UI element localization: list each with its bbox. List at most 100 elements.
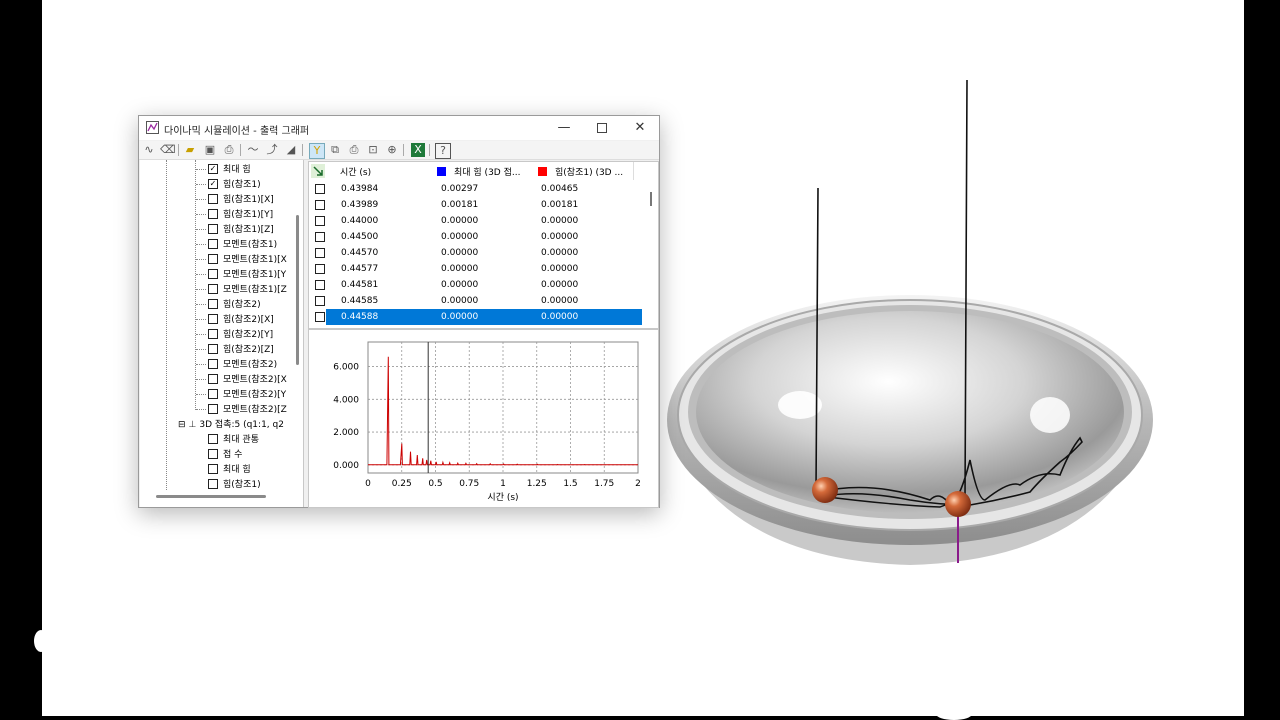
- checked-checkbox[interactable]: ✓: [208, 163, 218, 174]
- tree-item[interactable]: 힘(참조1): [208, 477, 261, 492]
- row-checkbox[interactable]: [315, 312, 325, 322]
- zoom-icon[interactable]: ⊕: [385, 143, 399, 157]
- table-cell: 0.00000: [441, 296, 479, 306]
- table-row[interactable]: 0.44000 0.00000 0.00000: [326, 213, 642, 229]
- tree-item[interactable]: 접 수: [208, 447, 242, 462]
- header-time[interactable]: 시간 (s): [340, 165, 371, 178]
- table-row[interactable]: 0.44585 0.00000 0.00000: [326, 293, 642, 309]
- checkbox[interactable]: [208, 328, 218, 339]
- checkbox[interactable]: [208, 313, 218, 324]
- open-folder-icon[interactable]: ▰: [183, 143, 197, 157]
- checkbox[interactable]: [208, 433, 218, 444]
- data-table[interactable]: 시간 (s) 최대 힘 (3D 접... 힘(참조1) (3D ... 0.43…: [308, 161, 659, 329]
- table-row[interactable]: 0.44570 0.00000 0.00000: [326, 245, 642, 261]
- tree-item[interactable]: 힘(참조1)[X]: [196, 192, 274, 207]
- tree-item[interactable]: ✓ 최대 힘: [196, 162, 251, 177]
- minimize-button[interactable]: —: [545, 116, 583, 140]
- tree-vertical-scrollbar[interactable]: [296, 215, 299, 365]
- checkbox[interactable]: [208, 193, 218, 204]
- row-checkbox[interactable]: [315, 200, 325, 210]
- checkbox[interactable]: [208, 448, 218, 459]
- output-grapher-window[interactable]: 다이나믹 시뮬레이션 - 출력 그래퍼 — ✕ ∿ ⌫ ▰ ▣ ⎙ 〜 ⤴ ◢ …: [138, 115, 660, 508]
- tree-item[interactable]: 모멘트(참조2): [196, 357, 277, 372]
- area-icon[interactable]: ◢: [284, 143, 298, 157]
- trend-icon[interactable]: ⤴: [265, 143, 279, 157]
- tree-item[interactable]: 모멘트(참조2)[X: [196, 372, 287, 387]
- table-row[interactable]: 0.44577 0.00000 0.00000: [326, 261, 642, 277]
- row-checkbox[interactable]: [315, 296, 325, 306]
- eraser-icon[interactable]: ⌫: [160, 143, 176, 157]
- tree-item[interactable]: 모멘트(참조1): [196, 237, 277, 252]
- tree-item[interactable]: 모멘트(참조2)[Z: [196, 402, 287, 417]
- checkbox[interactable]: [208, 208, 218, 219]
- tree-horizontal-scrollbar[interactable]: [156, 495, 266, 498]
- tree-item[interactable]: 모멘트(참조1)[Y: [196, 267, 287, 282]
- row-checkbox[interactable]: [315, 232, 325, 242]
- collapse-toggle-icon[interactable]: ⊟: [178, 420, 186, 430]
- curve-icon[interactable]: 〜: [246, 143, 260, 157]
- toolbar: ∿ ⌫ ▰ ▣ ⎙ 〜 ⤴ ◢ Y ⧉ ⎙ ⊡ ⊕ X ?: [139, 141, 659, 160]
- checkbox[interactable]: [208, 268, 218, 279]
- tree-item[interactable]: 힘(참조2)[Y]: [196, 327, 274, 342]
- checkbox[interactable]: [208, 358, 218, 369]
- checkbox[interactable]: [208, 478, 218, 489]
- ball-right: [945, 491, 971, 517]
- filter-icon[interactable]: Y: [309, 143, 325, 159]
- table-row[interactable]: 0.44588 0.00000 0.00000: [326, 309, 642, 325]
- print-icon[interactable]: ⎙: [347, 143, 361, 157]
- tree-item[interactable]: 모멘트(참조1)[Z: [196, 282, 287, 297]
- checkbox[interactable]: [208, 463, 218, 474]
- table-row[interactable]: 0.44500 0.00000 0.00000: [326, 229, 642, 245]
- sort-arrow-icon[interactable]: [311, 164, 325, 178]
- zoom-fit-icon[interactable]: ⊡: [366, 143, 380, 157]
- copy-icon[interactable]: ⧉: [328, 143, 342, 157]
- tree-item[interactable]: ✓ 힘(참조1): [196, 177, 261, 192]
- tree-item[interactable]: 모멘트(참조1)[X: [196, 252, 287, 267]
- row-checkbox[interactable]: [315, 280, 325, 290]
- tree-item[interactable]: 모멘트(참조2)[Y: [196, 387, 286, 402]
- tree-item[interactable]: 힘(참조2)[X]: [196, 312, 274, 327]
- save-as-icon[interactable]: ⎙: [222, 143, 236, 157]
- header-force-ref1[interactable]: 힘(참조1) (3D ...: [538, 165, 623, 178]
- title-bar[interactable]: 다이나믹 시뮬레이션 - 출력 그래퍼 — ✕: [139, 116, 659, 140]
- checkbox[interactable]: [208, 388, 218, 399]
- excel-icon[interactable]: X: [411, 143, 425, 157]
- tree-item[interactable]: 최대 관통: [208, 432, 259, 447]
- tree-item[interactable]: 최대 힘: [208, 462, 251, 477]
- table-row[interactable]: 0.43984 0.00297 0.00465: [326, 181, 642, 197]
- header-max-force[interactable]: 최대 힘 (3D 접...: [437, 165, 520, 178]
- checkbox[interactable]: [208, 343, 218, 354]
- table-row[interactable]: 0.43989 0.00181 0.00181: [326, 197, 642, 213]
- row-checkbox[interactable]: [315, 248, 325, 258]
- tree-item[interactable]: 힘(참조1)[Z]: [196, 222, 274, 237]
- tree-item[interactable]: 힘(참조2)[Z]: [196, 342, 274, 357]
- maximize-button[interactable]: [583, 116, 621, 140]
- tree-item[interactable]: 힘(참조2): [196, 297, 261, 312]
- 3d-bowl-scene[interactable]: [640, 60, 1180, 590]
- force-time-chart[interactable]: 0 0.25 0.5 0.75 1 1.25 1.5 1.75 2 6.000 4.000 2.000…: [309, 330, 658, 507]
- help-icon[interactable]: ?: [435, 143, 451, 159]
- tree-item-label: 모멘트(참조1)[X: [223, 255, 287, 265]
- checkbox[interactable]: [208, 283, 218, 294]
- checkbox[interactable]: [208, 298, 218, 309]
- checkbox[interactable]: [208, 253, 218, 264]
- row-checkbox[interactable]: [315, 184, 325, 194]
- tree-item-label: 모멘트(참조1)[Y: [223, 270, 287, 280]
- chart-panel[interactable]: 0 0.25 0.5 0.75 1 1.25 1.5 1.75 2 6.000 4.000 2.000…: [308, 329, 659, 508]
- close-button[interactable]: ✕: [621, 116, 659, 140]
- tree-group-contact[interactable]: ⊟ ⊥ 3D 접촉:5 (q1:1, q2: [178, 417, 284, 432]
- checkbox[interactable]: [208, 223, 218, 234]
- wave-icon[interactable]: ∿: [142, 143, 156, 157]
- tree-item[interactable]: 힘(참조1)[Y]: [196, 207, 273, 222]
- tree-item-label: 힘(참조2)[Y]: [223, 330, 274, 340]
- checkbox[interactable]: [208, 403, 218, 414]
- row-checkbox[interactable]: [315, 264, 325, 274]
- checkbox[interactable]: [208, 238, 218, 249]
- checked-checkbox[interactable]: ✓: [208, 178, 218, 189]
- row-checkbox[interactable]: [315, 216, 325, 226]
- table-row[interactable]: 0.44581 0.00000 0.00000: [326, 277, 642, 293]
- save-icon[interactable]: ▣: [203, 143, 217, 157]
- checkbox[interactable]: [208, 373, 218, 384]
- result-tree[interactable]: ✓ 최대 힘 ✓ 힘(참조1) 힘(참조1)[X] 힘(참조1)[Y] 힘(참조1)[Z] 모…: [140, 160, 304, 507]
- table-scrollbar[interactable]: [650, 192, 652, 206]
